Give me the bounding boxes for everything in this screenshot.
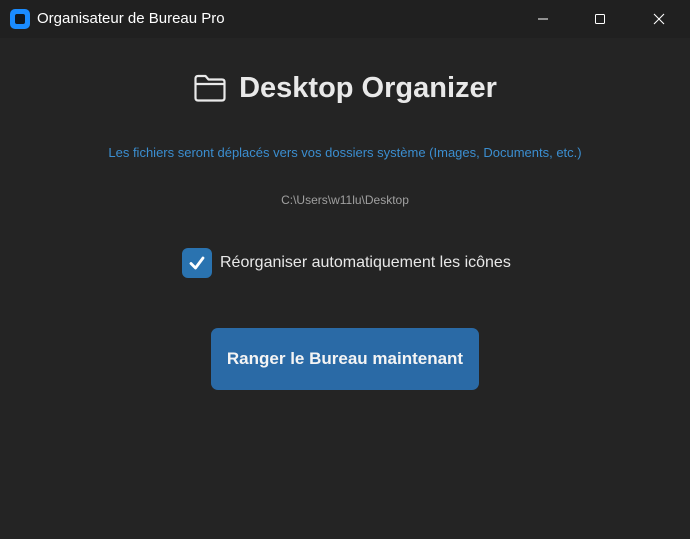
checkmark-icon [189, 256, 205, 270]
page-title: Desktop Organizer [239, 71, 497, 104]
folder-icon [194, 74, 226, 102]
header: Desktop Organizer [0, 68, 690, 108]
maximize-button[interactable] [571, 0, 629, 38]
app-window: Organisateur de Bureau Pro Desktop Organ… [0, 0, 690, 539]
auto-arrange-label[interactable]: Réorganiser automatiquement les icônes [220, 254, 511, 272]
organize-desktop-button[interactable]: Ranger le Bureau maintenant [211, 328, 479, 390]
maximize-icon [595, 14, 605, 24]
title-bar[interactable]: Organisateur de Bureau Pro [0, 0, 690, 38]
desktop-path: C:\Users\w11lu\Desktop [281, 193, 409, 207]
app-icon [10, 9, 30, 29]
auto-arrange-option[interactable]: Réorganiser automatiquement les icônes [182, 248, 511, 278]
close-icon [653, 13, 665, 25]
info-message: Les fichiers seront déplacés vers vos do… [108, 145, 582, 160]
minimize-icon [538, 18, 548, 20]
organize-desktop-button-label: Ranger le Bureau maintenant [226, 349, 464, 368]
minimize-button[interactable] [514, 0, 572, 38]
auto-arrange-checkbox[interactable] [182, 248, 212, 278]
window-title: Organisateur de Bureau Pro [37, 10, 225, 27]
close-button[interactable] [630, 0, 688, 38]
